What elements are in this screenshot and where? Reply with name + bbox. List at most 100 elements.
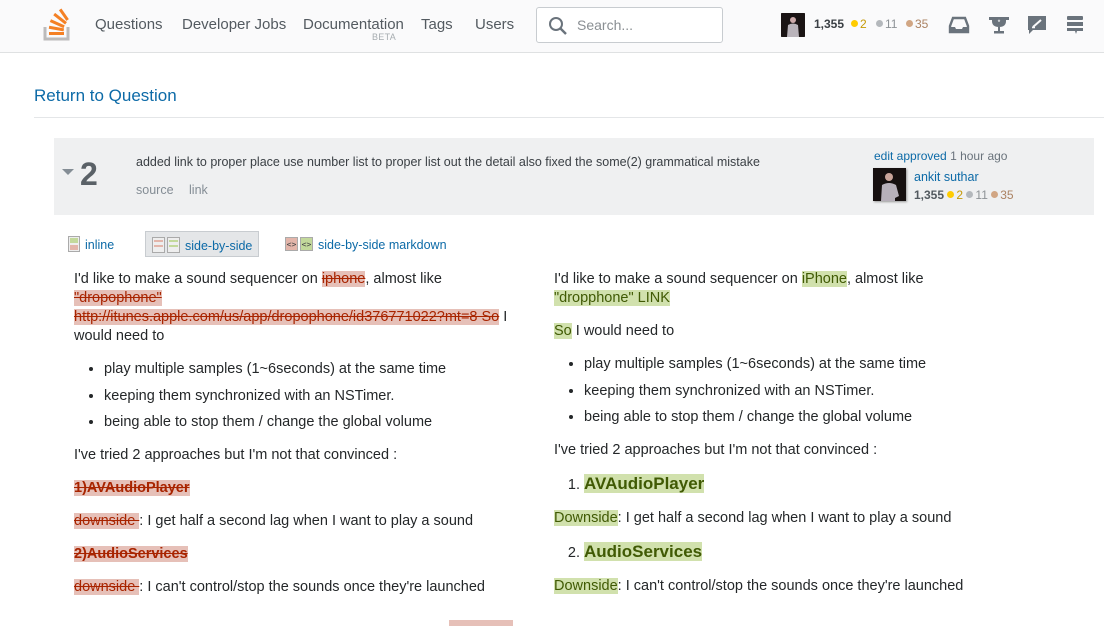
documentation-beta-label: BETA [372, 32, 397, 42]
tab-side-by-side[interactable]: side-by-side [145, 231, 260, 257]
text: , almost like [365, 271, 442, 287]
source-link[interactable]: source [136, 183, 174, 197]
editor-bronze-badges: 35 [991, 188, 1014, 202]
list-item: AudioServices [584, 542, 994, 563]
list-item: AVAudioPlayer [584, 474, 994, 495]
svg-text:<>: <> [302, 240, 312, 249]
revision-comment: added link to proper place use number li… [136, 155, 760, 169]
user-reputation: 1,355 [814, 17, 845, 31]
bronze-badge-icon [991, 191, 999, 198]
silver-count: 11 [885, 17, 898, 31]
diff-paragraph: I've tried 2 approaches but I'm not that… [74, 447, 398, 463]
edit-approved-info: edit approved 1 hour ago [874, 149, 1007, 163]
text: : I can't control/stop the sounds once t… [617, 578, 964, 594]
requirements-list: play multiple samples (1~6seconds) at th… [554, 355, 994, 427]
list-item: keeping them synchronized with an NSTime… [584, 382, 994, 401]
silver-badges: 11 [876, 17, 897, 31]
diff-paragraph: 1)AVAudioPlayer [74, 479, 524, 498]
nav-tags[interactable]: Tags [421, 16, 453, 33]
deleted-text: downside [74, 579, 140, 595]
stackoverflow-logo[interactable] [43, 8, 73, 42]
deleted-text: "dropophone" http://itunes.apple.com/us/… [74, 290, 500, 325]
inserted-text: So [554, 323, 572, 339]
editor-stats: 1,355 2 11 35 [914, 188, 1014, 202]
inbox-icon[interactable] [948, 14, 970, 36]
text: I would need to [571, 323, 675, 339]
diff-paragraph: downside : I get half a second lag when … [74, 512, 524, 531]
avatar-image [781, 13, 805, 37]
achievements-icon[interactable] [988, 14, 1010, 36]
tab-side-by-side-markdown-label: side-by-side markdown [318, 238, 447, 252]
inserted-text: iPhone [801, 271, 847, 287]
inserted-text: Downside [554, 510, 618, 526]
approach-list: AVAudioPlayer [554, 474, 994, 495]
help-menu-icon[interactable] [1064, 14, 1086, 36]
gold-badge-icon [947, 191, 955, 198]
permalink-link[interactable]: link [189, 183, 208, 197]
deleted-text-fragment [449, 620, 513, 626]
editor-avatar-image [873, 168, 906, 201]
text: I'd like to make a sound sequencer on [74, 271, 322, 287]
tab-inline-label: inline [85, 238, 115, 252]
silver-badge-icon [966, 191, 974, 198]
divider [34, 117, 1104, 118]
diff-paragraph: 2)AudioServices [74, 545, 524, 564]
text: : I get half a second lag when I want to… [617, 510, 952, 526]
svg-text:<>: <> [287, 240, 297, 249]
inserted-text: Downside [554, 578, 618, 594]
user-avatar[interactable] [781, 13, 805, 37]
deleted-text: 2)AudioServices [74, 546, 188, 562]
diff-paragraph: I've tried 2 approaches but I'm not that… [554, 442, 878, 458]
editor-reputation: 1,355 [914, 188, 945, 202]
deleted-text: iphone [321, 271, 366, 287]
nav-documentation[interactable]: Documentation [303, 16, 404, 33]
bronze-badges: 35 [906, 17, 928, 31]
list-item: play multiple samples (1~6seconds) at th… [104, 360, 524, 379]
inserted-text: "dropphone" LINK [554, 290, 670, 306]
edit-approved-time: 1 hour ago [950, 149, 1008, 163]
deleted-text: 1)AVAudioPlayer [74, 480, 190, 496]
list-item: keeping them synchronized with an NSTime… [104, 387, 524, 406]
nav-developer-jobs[interactable]: Developer Jobs [182, 16, 286, 33]
editor-name-link[interactable]: ankit suthar [914, 170, 979, 184]
text: : I get half a second lag when I want to… [139, 513, 474, 529]
editor-gold-count: 2 [956, 188, 964, 202]
search-input[interactable] [575, 12, 715, 38]
nav-users[interactable]: Users [475, 16, 514, 33]
tab-side-by-side-markdown[interactable]: <> <> side-by-side markdown [279, 231, 453, 257]
revision-header: 2 added link to proper place use number … [54, 138, 1094, 215]
silver-badge-icon [876, 20, 883, 27]
text: I'd like to make a sound sequencer on [554, 271, 802, 287]
requirements-list: play multiple samples (1~6seconds) at th… [74, 360, 524, 432]
edit-approved-link[interactable]: edit approved [874, 149, 947, 163]
tab-inline[interactable]: inline [62, 231, 120, 257]
diff-old-version: I'd like to make a sound sequencer on ip… [74, 270, 524, 611]
nav-questions[interactable]: Questions [95, 16, 163, 33]
return-to-question-link[interactable]: Return to Question [34, 86, 177, 106]
tab-side-by-side-label: side-by-side [185, 239, 253, 253]
list-item: being able to stop them / change the glo… [104, 413, 524, 432]
editor-gold-badges: 2 [947, 188, 963, 202]
editor-silver-count: 11 [975, 188, 988, 202]
diff-paragraph: I'd like to make a sound sequencer on ip… [74, 270, 524, 346]
review-icon[interactable] [1026, 14, 1048, 36]
gold-badge-icon [851, 20, 858, 27]
collapse-toggle-icon[interactable] [61, 167, 75, 177]
list-item: being able to stop them / change the glo… [584, 408, 994, 427]
top-bar: Questions Developer Jobs Documentation B… [0, 0, 1104, 53]
inserted-heading: AVAudioPlayer [584, 474, 705, 493]
text: , almost like [846, 271, 924, 287]
revision-links: source link [136, 183, 220, 197]
diff-new-version: I'd like to make a sound sequencer on iP… [554, 270, 994, 610]
diff-paragraph: Downside: I can't control/stop the sound… [554, 577, 994, 596]
editor-avatar[interactable] [873, 168, 906, 201]
inserted-heading: AudioServices [584, 542, 703, 561]
diff-paragraph: So I would need to [554, 322, 994, 341]
diff-paragraph: I'd like to make a sound sequencer on iP… [554, 270, 994, 308]
search-box[interactable] [536, 7, 723, 43]
diff-paragraph: Downside: I get half a second lag when I… [554, 509, 994, 528]
search-icon [549, 17, 567, 35]
deleted-text: downside [74, 513, 140, 529]
gold-badges: 2 [851, 17, 867, 31]
inline-diff-icon [68, 236, 80, 252]
